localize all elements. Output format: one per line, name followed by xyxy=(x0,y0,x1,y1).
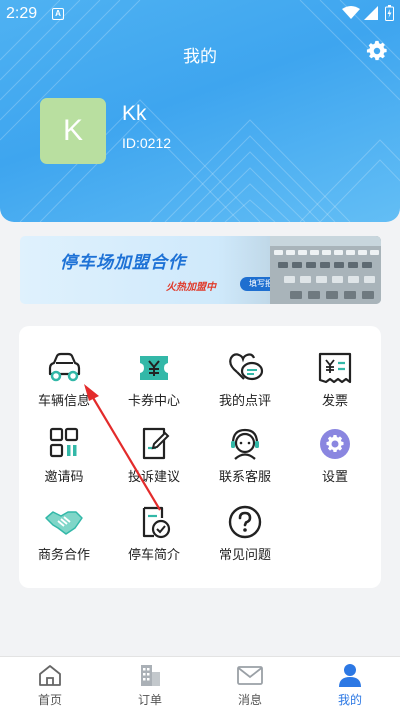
menu-label: 商务合作 xyxy=(37,548,90,563)
tab-orders[interactable]: 订单 xyxy=(100,657,200,712)
tab-label: 订单 xyxy=(137,693,162,707)
menu-label: 卡券中心 xyxy=(127,394,180,409)
review-icon xyxy=(229,353,264,381)
status-bar: 2:29 A xyxy=(0,0,400,30)
qrcode-icon xyxy=(49,427,79,458)
menu-invite-code[interactable]: 邀请码 xyxy=(19,412,109,490)
signal-icon xyxy=(364,6,378,20)
page-title: 我的 xyxy=(183,47,217,67)
profile-icon xyxy=(339,664,361,687)
faq-icon xyxy=(228,505,262,539)
menu-label: 常见问题 xyxy=(218,548,271,563)
invoice-icon xyxy=(318,352,352,384)
wifi-icon xyxy=(342,6,360,19)
home-icon xyxy=(39,665,61,686)
function-grid: 车辆信息 卡券中心 我的点评 发票 邀请码 投诉建议 联系客服 设置 商务合作 … xyxy=(19,326,381,588)
menu-parking-intro[interactable]: 停车简介 xyxy=(109,490,199,568)
message-icon xyxy=(237,666,263,685)
menu-settings[interactable]: 设置 xyxy=(290,412,380,490)
profile-header: 2:29 A 我的 K Kk ID:0212 xyxy=(0,0,400,222)
menu-label: 停车简介 xyxy=(127,548,180,563)
parking-lot-image xyxy=(270,236,381,304)
menu-invoice[interactable]: 发票 xyxy=(290,336,380,414)
tab-label: 我的 xyxy=(337,693,362,707)
settings-icon xyxy=(320,429,350,459)
avatar[interactable]: K xyxy=(40,98,106,164)
tab-profile[interactable]: 我的 xyxy=(300,657,400,712)
battery-icon xyxy=(385,5,394,21)
settings-gear-icon[interactable] xyxy=(366,40,388,62)
car-icon xyxy=(48,352,81,382)
menu-coupon-center[interactable]: 卡券中心 xyxy=(109,336,199,414)
order-icon xyxy=(141,665,160,686)
franchise-banner[interactable]: 停车场加盟合作 火热加盟中 填写报名 xyxy=(20,236,381,304)
menu-label: 车辆信息 xyxy=(37,394,90,409)
menu-customer-service[interactable]: 联系客服 xyxy=(200,412,290,490)
menu-label: 邀请码 xyxy=(44,470,84,485)
parking-intro-icon xyxy=(142,506,171,539)
menu-label: 我的点评 xyxy=(218,394,271,409)
user-id: ID:0212 xyxy=(122,135,172,151)
banner-title: 停车场加盟合作 xyxy=(60,253,186,273)
menu-label: 设置 xyxy=(321,470,348,485)
menu-complaint[interactable]: 投诉建议 xyxy=(109,412,199,490)
customer-service-icon xyxy=(231,428,259,460)
status-time: 2:29 xyxy=(6,5,38,22)
notification-a-icon: A xyxy=(52,8,64,20)
user-name: Kk xyxy=(122,102,147,125)
coupon-icon xyxy=(140,356,168,380)
tab-label: 消息 xyxy=(237,693,262,707)
bottom-tab-bar: 首页 订单 消息 我的 xyxy=(0,656,400,712)
complaint-icon xyxy=(142,427,170,460)
menu-label: 投诉建议 xyxy=(127,470,180,485)
banner-subtitle: 火热加盟中 xyxy=(166,282,216,293)
menu-faq[interactable]: 常见问题 xyxy=(200,490,290,568)
menu-label: 发票 xyxy=(321,394,348,409)
menu-my-reviews[interactable]: 我的点评 xyxy=(200,336,290,414)
tab-label: 首页 xyxy=(37,693,62,707)
menu-vehicle-info[interactable]: 车辆信息 xyxy=(19,336,109,414)
handshake-icon xyxy=(45,511,83,535)
tab-home[interactable]: 首页 xyxy=(0,657,100,712)
tab-messages[interactable]: 消息 xyxy=(200,657,300,712)
menu-business-cooperation[interactable]: 商务合作 xyxy=(19,490,109,568)
menu-label: 联系客服 xyxy=(218,470,271,485)
